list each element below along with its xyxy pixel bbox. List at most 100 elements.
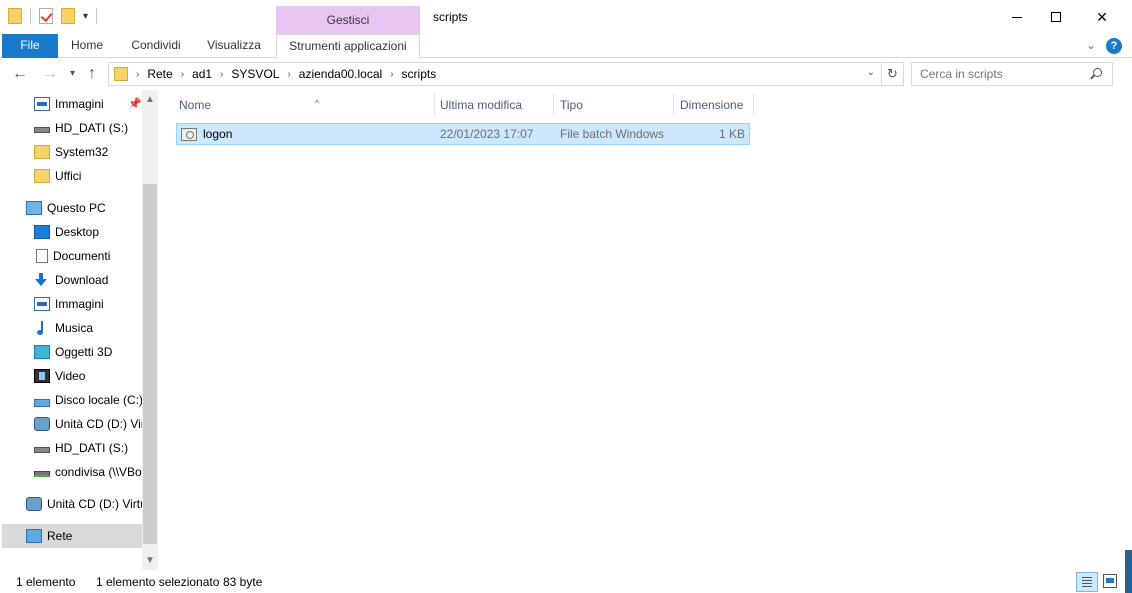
chevron-right-icon[interactable]: › — [220, 69, 223, 80]
scroll-up-icon[interactable]: ▲ — [145, 94, 155, 105]
drive-icon — [34, 447, 50, 453]
documents-icon — [36, 249, 48, 263]
nav-item-shared-drive[interactable]: condivisa (\\VBo — [34, 460, 142, 484]
chevron-right-icon[interactable]: › — [287, 69, 290, 80]
selection-size: 83 byte — [223, 575, 263, 589]
nav-item-hd-dati[interactable]: HD_DATI (S:) — [34, 116, 128, 140]
up-arrow-icon[interactable]: ↑ — [88, 65, 96, 83]
help-icon[interactable]: ? — [1106, 38, 1122, 54]
file-name: logon — [203, 127, 233, 141]
tab-share[interactable]: Condividi — [118, 34, 194, 58]
chevron-right-icon[interactable]: › — [136, 69, 139, 80]
nav-item-3d-objects[interactable]: Oggetti 3D — [34, 340, 112, 364]
nav-item-label: Documenti — [53, 249, 111, 263]
ribbon: File Home Condividi Visualizza Strumenti… — [0, 34, 1132, 59]
address-bar[interactable]: › Rete › ad1 › SYSVOL › azienda00.local … — [108, 62, 882, 86]
nav-item-this-pc[interactable]: Questo PC — [26, 196, 106, 220]
nav-item-music[interactable]: Musica — [34, 316, 93, 340]
scrollbar-thumb[interactable] — [143, 184, 157, 544]
folder-icon[interactable] — [8, 8, 22, 24]
breadcrumb-item[interactable]: scripts — [402, 67, 437, 81]
chevron-right-icon[interactable]: › — [181, 69, 184, 80]
pictures-icon — [34, 297, 50, 311]
music-icon — [34, 321, 50, 335]
network-icon — [26, 529, 42, 543]
divider — [96, 8, 98, 24]
customize-toolbar-dropdown[interactable]: ▾ — [83, 11, 88, 22]
details-view-icon[interactable] — [1076, 572, 1098, 592]
expand-ribbon-icon[interactable]: ⌄ — [1086, 38, 1096, 52]
tab-application-tools[interactable]: Strumenti applicazioni — [276, 34, 420, 59]
nav-item-system32[interactable]: System32 — [34, 140, 108, 164]
pictures-icon — [34, 97, 50, 111]
nav-item-pictures-pinned[interactable]: Immagini — [34, 92, 104, 116]
navigation-scrollbar[interactable]: ▲ ▼ — [142, 90, 158, 570]
maximize-icon — [1051, 12, 1061, 22]
tab-home[interactable]: Home — [58, 34, 116, 58]
back-arrow-icon[interactable]: ← — [12, 65, 28, 83]
drive-icon — [34, 127, 50, 133]
breadcrumb-item[interactable]: ad1 — [192, 67, 212, 81]
tab-file[interactable]: File — [2, 34, 58, 58]
context-tab-manage[interactable]: Gestisci — [276, 6, 420, 34]
column-header-name[interactable]: Nome ^ — [173, 93, 435, 117]
nav-item-documents[interactable]: Documenti — [34, 244, 110, 268]
nav-item-download[interactable]: Download — [34, 268, 108, 292]
column-header-modified[interactable]: Ultima modifica — [434, 93, 554, 117]
folder-icon — [114, 67, 128, 81]
nav-item-label: Uffici — [55, 169, 82, 183]
refresh-button[interactable]: ↻ — [882, 62, 904, 86]
properties-icon[interactable] — [39, 8, 53, 24]
background-window-edge — [1125, 550, 1132, 593]
pin-icon[interactable]: 📌 — [128, 97, 142, 110]
column-header-size[interactable]: Dimensione — [674, 93, 754, 117]
nav-item-video[interactable]: Video — [34, 364, 85, 388]
3d-objects-icon — [34, 345, 50, 359]
item-count: 1 elemento — [16, 575, 76, 589]
nav-item-label: HD_DATI (S:) — [55, 121, 129, 135]
nav-item-label: Desktop — [55, 225, 100, 239]
nav-item-desktop[interactable]: Desktop — [34, 220, 99, 244]
breadcrumb-item[interactable]: SYSVOL — [231, 67, 279, 81]
pc-icon — [26, 201, 42, 215]
new-folder-icon[interactable] — [61, 8, 75, 24]
local-disk-icon — [34, 399, 50, 407]
breadcrumb-item[interactable]: azienda00.local — [299, 67, 382, 81]
title-bar: ▾ Gestisci scripts ✕ — [0, 0, 1132, 34]
chevron-right-icon[interactable]: › — [390, 69, 393, 80]
search-input[interactable] — [911, 62, 1113, 86]
folder-icon — [34, 145, 50, 159]
tab-view[interactable]: Visualizza — [198, 34, 270, 58]
network-drive-icon — [34, 471, 50, 477]
nav-item-label: condivisa (\\VBo — [55, 465, 142, 479]
large-icons-view-icon[interactable] — [1103, 574, 1117, 588]
nav-item-label: Video — [55, 369, 86, 383]
forward-arrow-icon[interactable]: → — [42, 65, 58, 83]
nav-item-label: Oggetti 3D — [55, 345, 113, 359]
nav-item-cd-drive[interactable]: Unità CD (D:) Vir — [34, 412, 142, 436]
file-modified: 22/01/2023 17:07 — [440, 127, 534, 141]
nav-item-network[interactable]: Rete — [2, 524, 142, 548]
nav-item-cd-drive[interactable]: Unità CD (D:) Virtu — [26, 492, 142, 516]
search-icon[interactable] — [1093, 68, 1102, 77]
nav-item-label: Musica — [55, 321, 94, 335]
breadcrumb-item[interactable]: Rete — [147, 67, 172, 81]
close-icon: ✕ — [1096, 8, 1108, 25]
divider — [30, 8, 31, 24]
recent-locations-dropdown[interactable]: ▾ — [70, 68, 75, 79]
chevron-down-icon[interactable]: ⌄ — [867, 67, 875, 78]
nav-item-label: Unità CD (D:) Virtu — [47, 497, 142, 511]
cd-drive-icon — [26, 497, 42, 511]
close-button[interactable]: ✕ — [1079, 0, 1125, 34]
column-header-type[interactable]: Tipo — [554, 93, 674, 117]
file-row[interactable]: logon 22/01/2023 17:07 File batch Window… — [176, 123, 750, 145]
nav-item-pictures[interactable]: Immagini — [34, 292, 104, 316]
nav-item-label: Rete — [47, 529, 73, 543]
folder-icon — [34, 169, 50, 183]
scroll-down-icon[interactable]: ▼ — [145, 555, 155, 566]
nav-item-uffici[interactable]: Uffici — [34, 164, 81, 188]
nav-item-label: Disco locale (C:) — [55, 393, 142, 407]
nav-item-hd-dati[interactable]: HD_DATI (S:) — [34, 436, 128, 460]
nav-item-local-disk[interactable]: Disco locale (C:) — [34, 388, 142, 412]
maximize-button[interactable] — [1033, 0, 1079, 34]
